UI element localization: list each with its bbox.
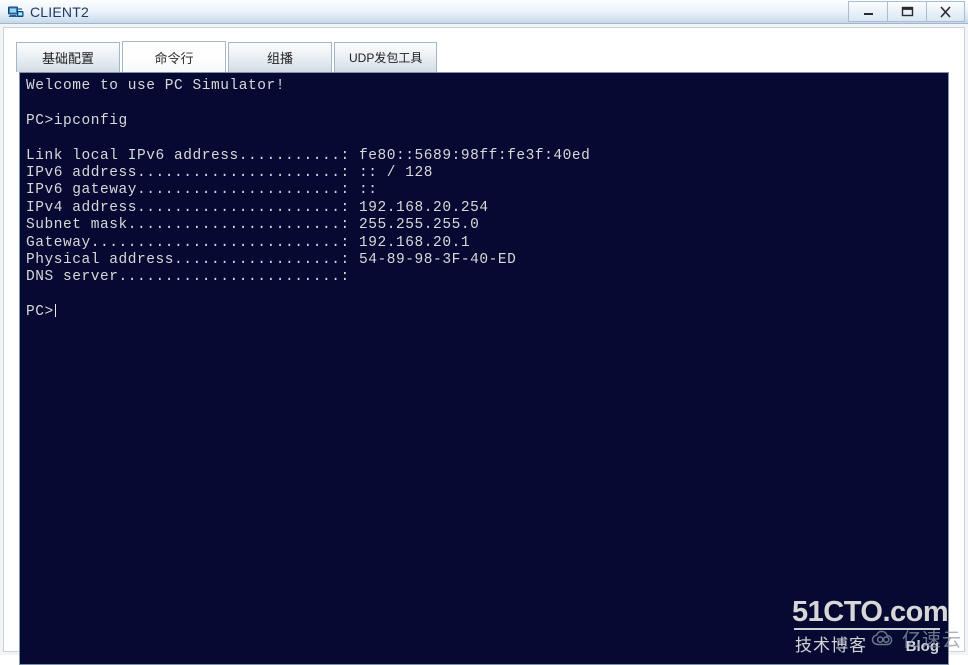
terminal-line: Welcome to use PC Simulator!: [26, 78, 286, 94]
terminal-prompt-line: PC>: [26, 304, 944, 321]
terminal-prompt: PC>: [26, 304, 54, 321]
window-controls: [848, 1, 965, 22]
tab-command-line[interactable]: 命令行: [122, 41, 226, 72]
watermark-51cto-main: 51CTO.com: [792, 596, 949, 628]
watermark-51cto-sub-cn: 技术博客: [795, 636, 867, 655]
window-title: CLIENT2: [30, 4, 89, 20]
minimize-button[interactable]: [848, 1, 887, 22]
tab-multicast[interactable]: 组播: [228, 42, 332, 72]
title-bar-left: CLIENT2: [8, 0, 89, 24]
terminal-line: Link local IPv6 address...........: fe80…: [26, 147, 591, 164]
tab-udp-sender[interactable]: UDP发包工具: [334, 42, 438, 72]
minimize-icon: [863, 13, 873, 15]
terminal-line: IPv6 address......................: :: /…: [26, 164, 434, 181]
watermark-51cto: 51CTO.com 技术博客 Blog: [792, 596, 949, 656]
tab-multicast-label: 组播: [266, 51, 293, 66]
terminal-line: PC>ipconfig: [26, 112, 128, 129]
close-button[interactable]: [926, 1, 965, 22]
tab-strip: 基础配置 命令行 组播 UDP发包工具: [16, 40, 948, 72]
terminal-line: IPv4 address......................: 192.…: [26, 199, 489, 216]
pc-simulator-window: CLIENT2 基础配置 命令行 组播 UDP发包工具 Welcome to u…: [0, 0, 968, 665]
tab-udp-sender-label: UDP发包工具: [349, 51, 423, 65]
window-title-bar: CLIENT2: [0, 0, 968, 24]
maximize-icon: [901, 6, 913, 17]
client-inner-panel: 基础配置 命令行 组播 UDP发包工具 Welcome to use PC Si…: [3, 27, 965, 665]
maximize-button[interactable]: [887, 1, 926, 22]
watermark-51cto-sub-en: Blog: [905, 638, 939, 655]
terminal-line: Gateway...........................: 192.…: [26, 234, 471, 251]
tab-basic-config-label: 基础配置: [41, 51, 94, 66]
tab-list: 基础配置 命令行 组播 UDP发包工具: [16, 40, 439, 72]
terminal-cursor: [54, 304, 56, 318]
watermark-51cto-sub: 技术博客 Blog: [792, 631, 942, 656]
terminal-line: DNS server........................:: [26, 269, 350, 286]
tab-basic-config[interactable]: 基础配置: [16, 42, 120, 72]
terminal-line: Subnet mask.......................: 255.…: [26, 217, 480, 234]
pc-client-icon: [8, 4, 24, 20]
tab-command-line-label: 命令行: [154, 50, 194, 66]
window-client-area: 基础配置 命令行 组播 UDP发包工具 Welcome to use PC Si…: [0, 24, 968, 665]
terminal-line: Physical address..................: 54-8…: [26, 251, 517, 268]
terminal-console[interactable]: Welcome to use PC Simulator! PC>ipconfig L…: [19, 72, 949, 665]
close-icon: [940, 5, 951, 18]
watermark-51cto-rule: [794, 628, 940, 630]
terminal-line: IPv6 gateway......................: ::: [26, 182, 378, 199]
terminal-output: Welcome to use PC Simulator! PC>ipconfig L…: [26, 78, 944, 321]
